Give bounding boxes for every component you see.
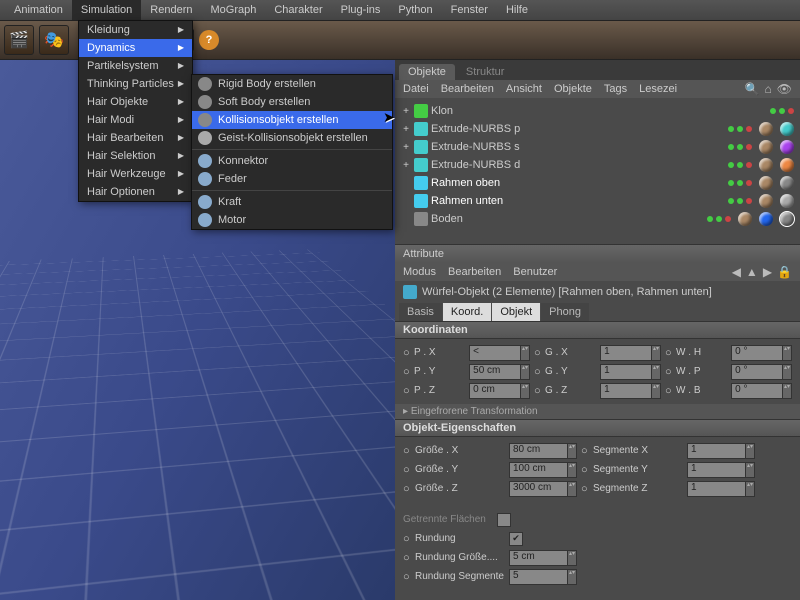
attribute-title: Attribute	[395, 244, 800, 263]
simulation-menu: Kleidung▶Dynamics▶Partikelsystem▶Thinkin…	[78, 20, 193, 202]
input-gz[interactable]: 1▴▾	[600, 383, 661, 399]
cube-icon	[403, 285, 417, 299]
dynmenu-item[interactable]: Konnektor	[192, 152, 392, 170]
simmenu-item[interactable]: Hair Selektion▶	[79, 147, 192, 165]
tab-struktur[interactable]: Struktur	[457, 64, 514, 80]
input-gy[interactable]: 1▴▾	[600, 364, 661, 380]
input-sy[interactable]: 1▴▾	[687, 462, 755, 478]
object-desc-text: Würfel-Objekt (2 Elemente) [Rahmen oben,…	[422, 286, 712, 298]
dynmenu-item[interactable]: Kraft	[192, 193, 392, 211]
attrtab-basis[interactable]: Basis	[399, 303, 442, 321]
label-rundung-segmente: Rundung Segmente	[415, 571, 505, 582]
menu-mograph[interactable]: MoGraph	[201, 0, 265, 20]
main-menubar: AnimationSimulationRendernMoGraphCharakt…	[0, 0, 800, 20]
attrtab-koord.[interactable]: Koord.	[443, 303, 491, 321]
attrtab-objekt[interactable]: Objekt	[492, 303, 540, 321]
simmenu-item[interactable]: Hair Modi▶	[79, 111, 192, 129]
simmenu-item[interactable]: Hair Optionen▶	[79, 183, 192, 201]
simmenu-item[interactable]: Thinking Particles▶	[79, 75, 192, 93]
input-rundung-groesse[interactable]: 5 cm▴▾	[509, 550, 577, 566]
menu-animation[interactable]: Animation	[5, 0, 72, 20]
input-gx[interactable]: 1▴▾	[600, 345, 661, 361]
frozen-transform[interactable]: ▸ Eingefrorene Transformation	[395, 404, 800, 419]
objmenu-lesezei[interactable]: Lesezei	[639, 83, 677, 95]
dynmenu-item[interactable]: Motor	[192, 211, 392, 229]
section-objekt-eigenschaften: Objekt-Eigenschaften	[395, 419, 800, 437]
menu-plug-ins[interactable]: Plug-ins	[332, 0, 390, 20]
lock-icon[interactable]: 🔒	[777, 265, 792, 279]
input-pz[interactable]: 0 cm▴▾	[469, 383, 530, 399]
simmenu-item[interactable]: Kleidung▶	[79, 21, 192, 39]
menu-charakter[interactable]: Charakter	[265, 0, 331, 20]
panel-tabs: Objekte Struktur	[395, 60, 800, 80]
search-icon[interactable]: 🔍	[745, 82, 760, 96]
menu-rendern[interactable]: Rendern	[141, 0, 201, 20]
input-wp[interactable]: 0 °▴▾	[731, 364, 792, 380]
input-px[interactable]: <▴▾	[469, 345, 530, 361]
dynmenu-item[interactable]: Rigid Body erstellen	[192, 75, 392, 93]
objmenu-bearbeiten[interactable]: Bearbeiten	[441, 83, 494, 95]
simmenu-item[interactable]: Dynamics▶	[79, 39, 192, 57]
menu-hilfe[interactable]: Hilfe	[497, 0, 537, 20]
toolbar-stage-icon[interactable]: 🎭	[39, 25, 69, 55]
objmenu-tags[interactable]: Tags	[604, 83, 627, 95]
help-icon[interactable]: ?	[199, 30, 219, 50]
input-gx[interactable]: 80 cm▴▾	[509, 443, 577, 459]
object-row[interactable]: +Extrude-NURBS s	[401, 138, 794, 156]
view-icon[interactable]: 👁	[777, 82, 792, 96]
attribute-object-desc: Würfel-Objekt (2 Elemente) [Rahmen oben,…	[395, 281, 800, 303]
attribute-menubar: Modus Bearbeiten Benutzer ◀ ▲ ▶ 🔒	[395, 263, 800, 281]
input-gy[interactable]: 100 cm▴▾	[509, 462, 577, 478]
attrmenu-bearbeiten[interactable]: Bearbeiten	[448, 266, 501, 278]
menu-fenster[interactable]: Fenster	[442, 0, 497, 20]
object-row[interactable]: Rahmen oben	[401, 174, 794, 192]
section-koordinaten: Koordinaten	[395, 321, 800, 339]
simmenu-item[interactable]: Partikelsystem▶	[79, 57, 192, 75]
nav-fwd-icon[interactable]: ▶	[763, 265, 772, 279]
simmenu-item[interactable]: Hair Bearbeiten▶	[79, 129, 192, 147]
attrtab-phong[interactable]: Phong	[541, 303, 589, 321]
objects-menubar: Datei Bearbeiten Ansicht Objekte Tags Lesezei…	[395, 80, 800, 98]
nav-up-icon[interactable]: ▲	[746, 265, 758, 279]
toolbar-clapper-icon[interactable]: 🎬	[4, 25, 34, 55]
home-icon[interactable]: ⌂	[765, 82, 772, 96]
object-manager: +Klon+Extrude-NURBS p+Extrude-NURBS s+Ex…	[395, 98, 800, 244]
objmenu-datei[interactable]: Datei	[403, 83, 429, 95]
input-wb[interactable]: 0 °▴▾	[731, 383, 792, 399]
dynamics-submenu: Rigid Body erstellenSoft Body erstellenK…	[191, 74, 393, 230]
input-sz[interactable]: 1▴▾	[687, 481, 755, 497]
tab-objekte[interactable]: Objekte	[399, 64, 455, 80]
label-getrennte-flaechen: Getrennte Flächen	[403, 514, 493, 525]
attribute-tabs: BasisKoord.ObjektPhong	[395, 303, 800, 321]
cursor-icon: ➤	[383, 109, 395, 126]
input-sx[interactable]: 1▴▾	[687, 443, 755, 459]
nav-back-icon[interactable]: ◀	[732, 265, 741, 279]
object-row[interactable]: +Extrude-NURBS p	[401, 120, 794, 138]
attrmenu-benutzer[interactable]: Benutzer	[513, 266, 557, 278]
object-row[interactable]: Boden	[401, 210, 794, 228]
dynmenu-item[interactable]: Feder	[192, 170, 392, 188]
object-row[interactable]: +Klon	[401, 102, 794, 120]
dynmenu-item[interactable]: Geist-Kollisionsobjekt erstellen	[192, 129, 392, 147]
input-wh[interactable]: 0 °▴▾	[731, 345, 792, 361]
checkbox-rundung[interactable]: ✔	[509, 532, 523, 546]
objmenu-ansicht[interactable]: Ansicht	[506, 83, 542, 95]
menu-python[interactable]: Python	[389, 0, 441, 20]
checkbox-getrennte-flaechen[interactable]	[497, 513, 511, 527]
label-rundung-groesse: Rundung Größe....	[415, 552, 505, 563]
simmenu-item[interactable]: Hair Werkzeuge▶	[79, 165, 192, 183]
menu-simulation[interactable]: Simulation	[72, 0, 141, 20]
input-py[interactable]: 50 cm▴▾	[469, 364, 530, 380]
object-row[interactable]: Rahmen unten	[401, 192, 794, 210]
simmenu-item[interactable]: Hair Objekte▶	[79, 93, 192, 111]
objmenu-objekte[interactable]: Objekte	[554, 83, 592, 95]
object-row[interactable]: +Extrude-NURBS d	[401, 156, 794, 174]
dynmenu-item[interactable]: Soft Body erstellen	[192, 93, 392, 111]
input-rundung-segmente[interactable]: 5▴▾	[509, 569, 577, 585]
label-rundung: Rundung	[415, 533, 505, 544]
dynmenu-item[interactable]: Kollisionsobjekt erstellen	[192, 111, 392, 129]
attrmenu-modus[interactable]: Modus	[403, 266, 436, 278]
input-gz[interactable]: 3000 cm▴▾	[509, 481, 577, 497]
